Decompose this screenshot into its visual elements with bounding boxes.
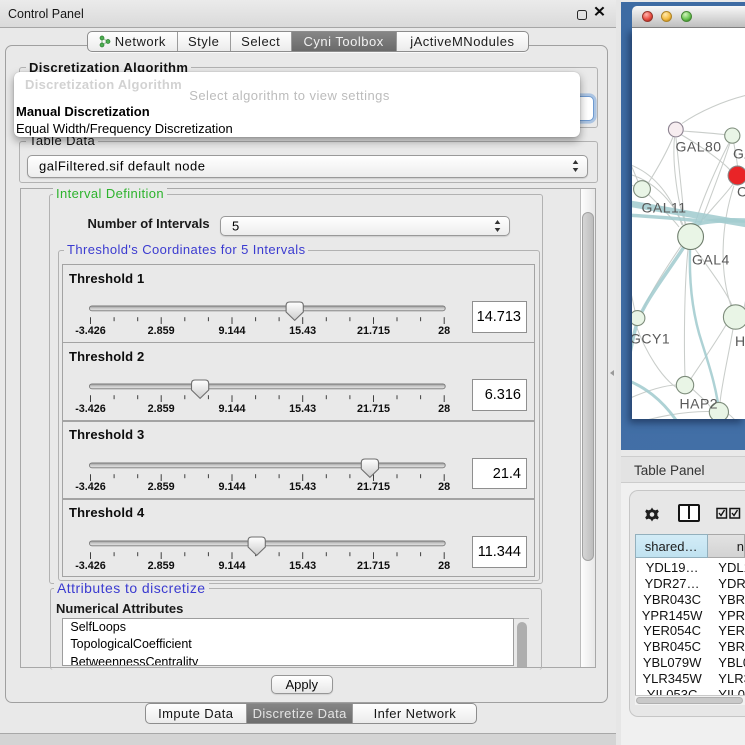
svg-text:GAL4: GAL4 [692, 251, 730, 267]
svg-text:HAP2: HAP2 [679, 395, 718, 411]
svg-text:H: H [735, 333, 745, 349]
svg-text:C: C [737, 183, 745, 199]
svg-text:GA: GA [733, 145, 745, 161]
svg-text:GAL11: GAL11 [641, 199, 686, 215]
svg-text:GCY1: GCY1 [632, 330, 670, 346]
svg-text:GAL80: GAL80 [675, 138, 721, 154]
